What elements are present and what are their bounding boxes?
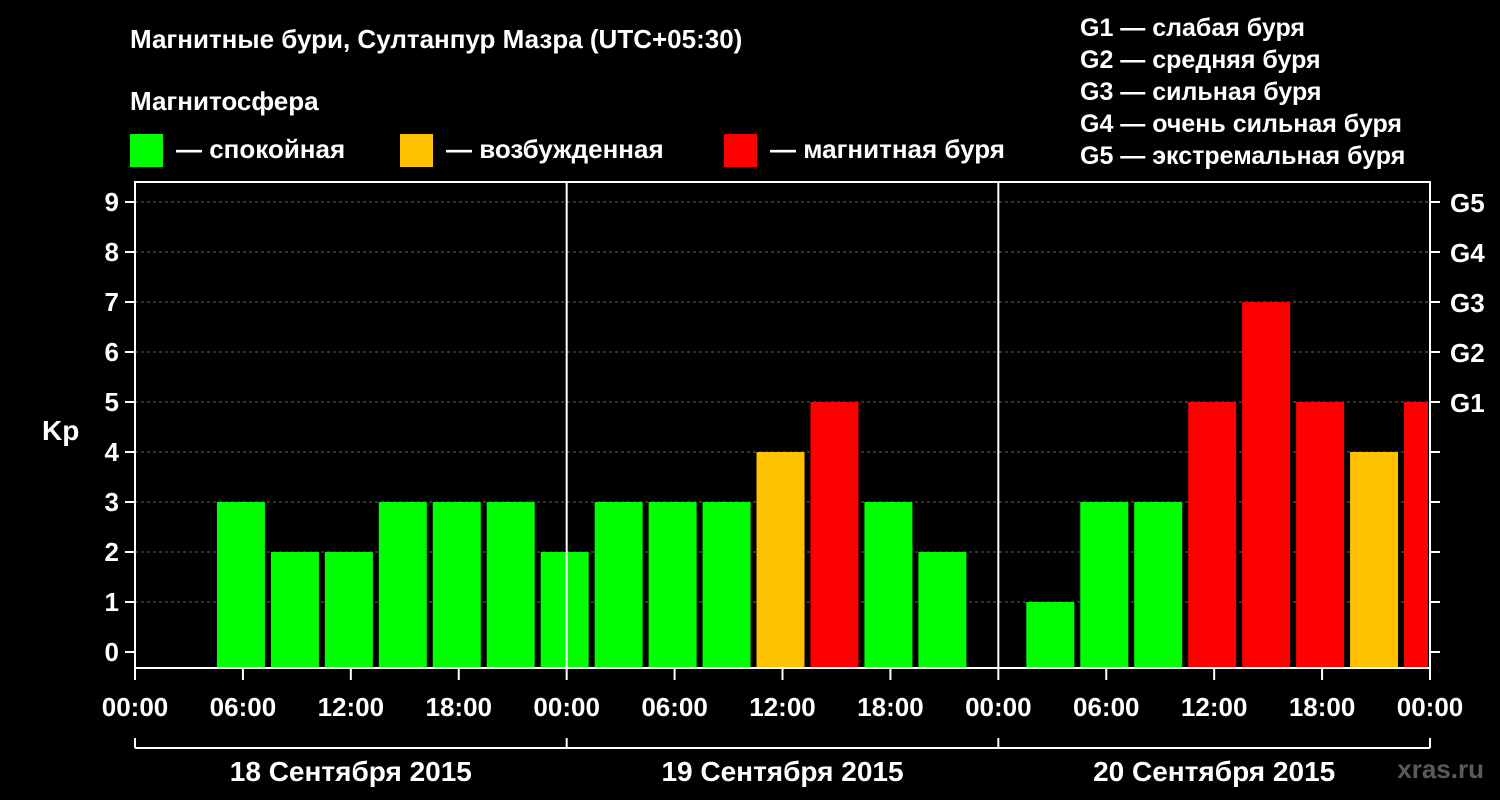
y-tick-label-6: 6 xyxy=(105,337,119,367)
kp-bar-17 xyxy=(1134,502,1183,668)
day-label-1: 19 Сентября 2015 xyxy=(661,756,903,787)
y-tick-label-7: 7 xyxy=(105,287,119,317)
kp-bar-13 xyxy=(918,552,967,668)
kp-bar-18 xyxy=(1188,402,1237,668)
y-tick-label-8: 8 xyxy=(105,237,119,267)
kp-bar-20 xyxy=(1296,402,1345,668)
kp-bar-11 xyxy=(810,402,859,668)
kp-bar-0 xyxy=(216,502,265,668)
right-axis-label-g1: G1 xyxy=(1450,388,1485,418)
kp-bar-1 xyxy=(270,552,319,668)
kp-bar-4 xyxy=(432,502,481,668)
x-tick-label-5: 06:00 xyxy=(641,692,708,722)
kp-bar-19 xyxy=(1242,302,1291,668)
kp-bar-12 xyxy=(864,502,913,668)
day-label-0: 18 Сентября 2015 xyxy=(230,756,472,787)
x-tick-label-2: 12:00 xyxy=(318,692,385,722)
x-tick-label-0: 00:00 xyxy=(102,692,169,722)
kp-bar-21 xyxy=(1350,452,1399,668)
kp-bar-10 xyxy=(756,452,805,668)
y-axis-label: Kp xyxy=(42,415,79,446)
right-axis-label-g3: G3 xyxy=(1450,288,1485,318)
right-axis-label-g2: G2 xyxy=(1450,338,1485,368)
kp-bar-2 xyxy=(324,552,373,668)
y-tick-label-0: 0 xyxy=(105,637,119,667)
kp-bar-15 xyxy=(1026,602,1075,668)
x-tick-label-9: 06:00 xyxy=(1073,692,1140,722)
x-tick-label-11: 18:00 xyxy=(1289,692,1356,722)
kp-bar-5 xyxy=(486,502,535,668)
kp-bar-7 xyxy=(594,502,643,668)
x-tick-label-8: 00:00 xyxy=(965,692,1032,722)
kp-bar-9 xyxy=(702,502,751,668)
kp-bar-16 xyxy=(1080,502,1129,668)
y-tick-label-4: 4 xyxy=(105,437,120,467)
x-tick-label-1: 06:00 xyxy=(210,692,277,722)
x-tick-label-3: 18:00 xyxy=(426,692,493,722)
y-tick-label-1: 1 xyxy=(105,587,119,617)
kp-bar-8 xyxy=(648,502,697,668)
y-tick-label-5: 5 xyxy=(105,387,119,417)
x-tick-label-12: 00:00 xyxy=(1397,692,1464,722)
day-label-2: 20 Сентября 2015 xyxy=(1093,756,1335,787)
y-tick-label-2: 2 xyxy=(105,537,119,567)
kp-bar-chart: 0 1 2 3 4 5 6 7 8 9 G1 G2 G3 G4 G5 Kp 00:00 06:00 12:00 18:… xyxy=(42,181,1485,787)
x-tick-label-10: 12:00 xyxy=(1181,692,1248,722)
kp-bar-3 xyxy=(378,502,427,668)
x-tick-label-6: 12:00 xyxy=(749,692,816,722)
y-tick-label-3: 3 xyxy=(105,487,119,517)
y-tick-label-9: 9 xyxy=(105,187,119,217)
x-tick-label-7: 18:00 xyxy=(857,692,924,722)
right-axis-label-g4: G4 xyxy=(1450,238,1485,268)
kp-bar-22 xyxy=(1404,402,1428,668)
x-tick-label-4: 00:00 xyxy=(533,692,600,722)
right-axis-label-g5: G5 xyxy=(1450,188,1485,218)
kp-bar-6 xyxy=(540,552,589,668)
watermark: xras.ru xyxy=(1397,754,1484,784)
